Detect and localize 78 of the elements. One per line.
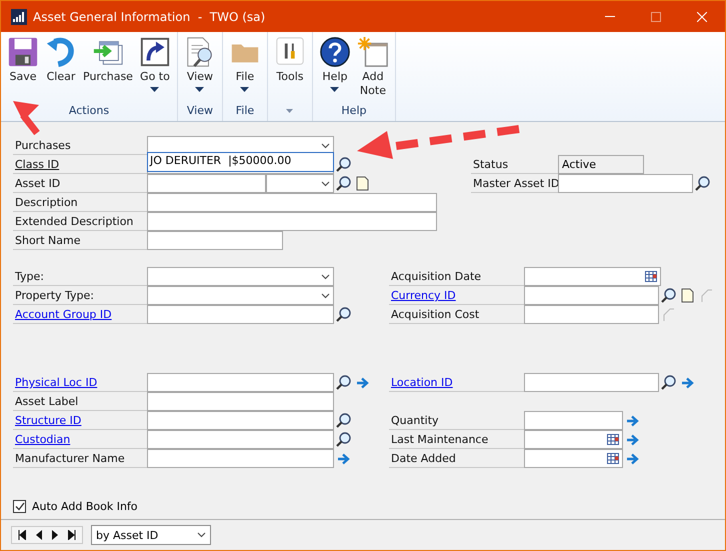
search-icon[interactable] xyxy=(695,176,710,192)
arrow-right-icon[interactable] xyxy=(626,452,640,464)
search-icon[interactable] xyxy=(336,156,351,172)
arrow-right-icon[interactable] xyxy=(356,376,370,388)
text-field[interactable] xyxy=(147,193,437,212)
chevron-down-icon xyxy=(321,292,330,298)
ribbon-button[interactable]: File xyxy=(226,34,264,103)
chevron-down-icon xyxy=(321,180,330,186)
arrow-right-icon[interactable] xyxy=(626,414,640,426)
group-label: File xyxy=(236,103,254,119)
calendar-icon[interactable] xyxy=(607,434,619,445)
text-field[interactable] xyxy=(147,231,283,250)
dropdown-field[interactable] xyxy=(266,174,334,193)
dropdown-field[interactable] xyxy=(147,286,334,305)
group-label: Help xyxy=(341,103,366,119)
undo-icon xyxy=(45,36,77,68)
text-field[interactable] xyxy=(147,411,334,430)
checkbox-label: Auto Add Book Info xyxy=(32,500,138,513)
date-field[interactable] xyxy=(524,267,661,286)
arrow-right-icon[interactable] xyxy=(336,452,350,464)
text-field[interactable] xyxy=(524,411,623,430)
ribbon-button[interactable]: Help xyxy=(316,34,354,103)
ribbon-button[interactable]: Go to xyxy=(136,34,174,103)
text-field[interactable] xyxy=(524,286,659,305)
search-icon[interactable] xyxy=(336,374,351,390)
search-icon[interactable] xyxy=(336,432,351,448)
search-icon[interactable] xyxy=(661,288,676,304)
ribbon-button[interactable]: Add Note xyxy=(354,34,392,103)
date-field[interactable] xyxy=(524,449,623,468)
ribbon-button[interactable]: Purchase xyxy=(80,34,136,103)
chevron-down-icon xyxy=(321,142,330,148)
text-field[interactable] xyxy=(147,305,334,324)
text-field[interactable] xyxy=(147,449,334,468)
annotation-arrow xyxy=(13,101,40,136)
bar-chart-icon xyxy=(11,8,27,24)
next-record-icon[interactable] xyxy=(52,530,58,540)
text-field[interactable] xyxy=(558,174,693,193)
minimize-icon xyxy=(605,16,615,17)
chevron-down-icon xyxy=(321,274,330,280)
maximize-icon xyxy=(651,12,661,22)
text-field[interactable] xyxy=(147,392,334,411)
chevron-down-icon xyxy=(197,532,206,538)
dropdown-field[interactable] xyxy=(147,267,334,286)
close-icon xyxy=(697,12,707,22)
search-icon[interactable] xyxy=(336,306,351,322)
dialog-launcher-icon[interactable] xyxy=(286,109,294,114)
checkbox[interactable] xyxy=(13,500,26,513)
search-icon[interactable] xyxy=(336,176,351,192)
note-sparkle-icon xyxy=(356,36,389,68)
note-icon[interactable] xyxy=(356,176,369,191)
help-icon xyxy=(318,36,351,68)
text-field[interactable] xyxy=(147,430,334,449)
note-icon[interactable] xyxy=(681,288,694,303)
calendar-icon[interactable] xyxy=(607,453,619,464)
date-field[interactable] xyxy=(524,430,623,449)
last-record-icon[interactable] xyxy=(68,530,76,540)
text-field[interactable] xyxy=(524,373,659,392)
text-field[interactable] xyxy=(147,174,266,193)
ribbon-button[interactable]: Clear xyxy=(42,34,80,103)
previous-record-icon[interactable] xyxy=(36,530,42,540)
group-label: View xyxy=(186,103,213,119)
ribbon-button[interactable]: Save xyxy=(4,34,42,103)
calendar-icon[interactable] xyxy=(645,271,657,282)
sort-dropdown[interactable]: by Asset ID xyxy=(91,525,211,545)
text-field[interactable] xyxy=(147,373,334,392)
window-title: Asset General Information - TWO (sa) xyxy=(33,10,266,24)
search-icon[interactable] xyxy=(661,374,676,390)
text-field[interactable] xyxy=(524,305,659,324)
search-icon[interactable] xyxy=(336,412,351,428)
group-label: Actions xyxy=(68,103,110,119)
ribbon-button[interactable]: Tools xyxy=(270,34,309,109)
menu-item[interactable]: JO DERUITER |$50000.00 xyxy=(150,154,292,167)
arrow-right-icon[interactable] xyxy=(626,434,640,446)
arrow-right-icon[interactable] xyxy=(680,376,694,388)
text-field[interactable] xyxy=(147,212,437,231)
ribbon-button[interactable]: View xyxy=(180,34,219,103)
first-record-icon[interactable] xyxy=(18,530,26,540)
status-field: Active xyxy=(558,155,644,174)
